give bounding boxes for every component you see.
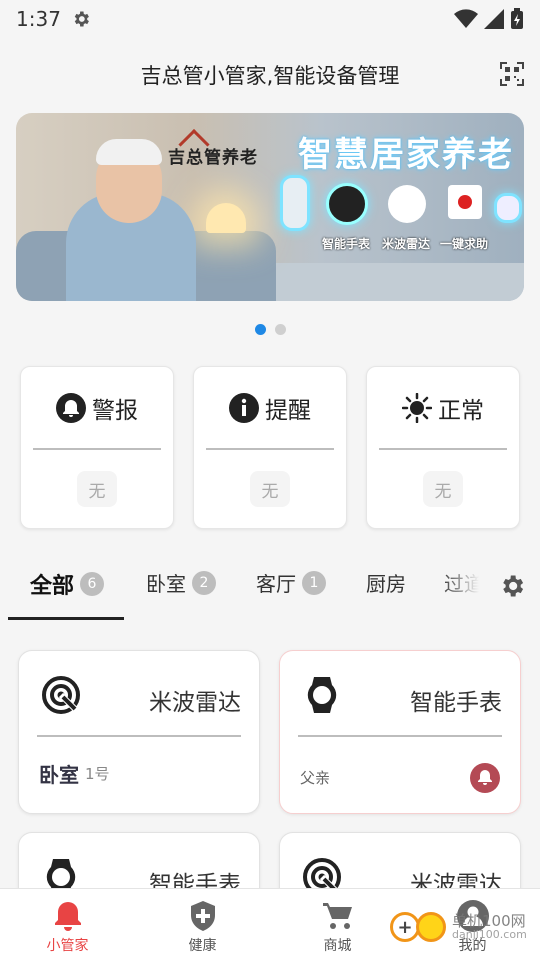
- shield-plus-icon: [190, 901, 215, 931]
- watermark-url: danji100.com: [452, 928, 527, 942]
- status-summary: 警报 无 提醒 无 正常 无: [20, 366, 520, 529]
- status-icons: [454, 8, 524, 30]
- app-header: 吉总管小管家,智能设备管理: [0, 52, 540, 98]
- tab-kitchen[interactable]: 厨房: [366, 568, 406, 597]
- reminder-card[interactable]: 提醒 无: [193, 366, 347, 529]
- tab-active-indicator: [8, 617, 124, 620]
- divider: [379, 448, 507, 450]
- qr-scan-icon[interactable]: [500, 62, 524, 86]
- tab-bedroom[interactable]: 卧室 2: [146, 568, 216, 597]
- divider: [37, 735, 241, 737]
- tab-living-room[interactable]: 客厅 1: [256, 568, 326, 597]
- banner-device-sos: [448, 185, 482, 219]
- normal-card[interactable]: 正常 无: [366, 366, 520, 529]
- settings-status-icon: [74, 11, 89, 27]
- carousel-indicator: [0, 324, 540, 335]
- device-owner: 父亲: [300, 769, 331, 787]
- watermark-logo: + 单机100网 danji100.com: [390, 912, 527, 942]
- device-name: 智能手表: [410, 690, 502, 716]
- tab-all-label: 全部: [30, 574, 75, 599]
- banner-device-hub: [494, 193, 522, 223]
- app-screen: 1:37 吉总管小管家,智能设备管理 吉总管养老 智慧居家养老 智能手表 米波雷…: [0, 0, 540, 960]
- tab-living-room-count: 1: [302, 570, 326, 595]
- carousel-dot[interactable]: [274, 324, 286, 335]
- clock: 1:37: [16, 7, 61, 31]
- nav-health-label: 健康: [188, 938, 217, 954]
- device-room: 卧室: [39, 763, 79, 787]
- tab-living-room-label: 客厅: [256, 572, 296, 596]
- nav-health[interactable]: 健康: [135, 889, 270, 960]
- device-name: 米波雷达: [149, 690, 241, 716]
- banner-device-phone: [280, 175, 310, 231]
- promo-banner[interactable]: 吉总管养老 智慧居家养老 智能手表 米波雷达 一键求助: [16, 113, 524, 301]
- carousel-dot-active[interactable]: [254, 324, 266, 335]
- status-bar: 1:37: [0, 0, 540, 38]
- normal-card-value: 无: [423, 471, 463, 507]
- banner-device-radar: [388, 185, 426, 223]
- bell-icon: [56, 393, 86, 423]
- divider: [33, 448, 161, 450]
- cart-icon: [322, 903, 352, 929]
- tab-kitchen-label: 厨房: [366, 572, 406, 596]
- nav-store[interactable]: 商城: [270, 889, 405, 960]
- wifi-icon: [454, 9, 478, 28]
- tabs-fade: [440, 558, 496, 614]
- banner-lamp: [206, 203, 246, 233]
- alarm-card-label: 警报: [92, 398, 138, 424]
- nav-store-label: 商城: [323, 938, 352, 954]
- sun-icon: [402, 393, 432, 423]
- signal-icon: [484, 9, 504, 29]
- banner-label-sos: 一键求助: [440, 237, 489, 251]
- device-room-number: 1号: [85, 765, 110, 783]
- page-title: 吉总管小管家,智能设备管理: [140, 64, 400, 88]
- divider: [298, 735, 502, 737]
- banner-label-radar: 米波雷达: [382, 237, 431, 251]
- watermark-circle-icon: [416, 912, 446, 942]
- divider: [206, 448, 334, 450]
- banner-brand: 吉总管养老: [168, 148, 258, 168]
- tab-bedroom-label: 卧室: [146, 572, 186, 596]
- banner-floor: [271, 263, 524, 301]
- battery-icon: [511, 8, 523, 29]
- nav-home-label: 小管家: [46, 938, 89, 954]
- room-tabs: 全部 6 卧室 2 客厅 1 厨房 过道: [0, 558, 540, 620]
- reminder-card-value: 无: [250, 471, 290, 507]
- tab-all[interactable]: 全部 6: [30, 568, 105, 600]
- tab-bedroom-count: 2: [192, 570, 216, 595]
- alert-bell-icon[interactable]: [470, 763, 500, 793]
- banner-elder-hair: [96, 139, 162, 165]
- bell-icon: [54, 902, 81, 931]
- reminder-card-label: 提醒: [265, 398, 311, 424]
- normal-card-label: 正常: [438, 398, 484, 424]
- banner-label-watch: 智能手表: [322, 237, 371, 251]
- device-card[interactable]: 智能手表 父亲: [279, 650, 521, 814]
- banner-slogan: 智慧居家养老: [298, 135, 514, 175]
- gear-icon[interactable]: [498, 572, 526, 600]
- alarm-card[interactable]: 警报 无: [20, 366, 174, 529]
- banner-device-watch: [326, 183, 368, 225]
- nav-home[interactable]: 小管家: [0, 889, 135, 960]
- device-card[interactable]: 米波雷达 卧室 1号: [18, 650, 260, 814]
- info-icon: [229, 393, 259, 423]
- watermark-title: 单机100网: [452, 911, 526, 930]
- alarm-card-value: 无: [77, 471, 117, 507]
- radar-icon: [42, 676, 81, 715]
- watch-icon: [307, 677, 337, 713]
- tab-all-count: 6: [80, 572, 105, 596]
